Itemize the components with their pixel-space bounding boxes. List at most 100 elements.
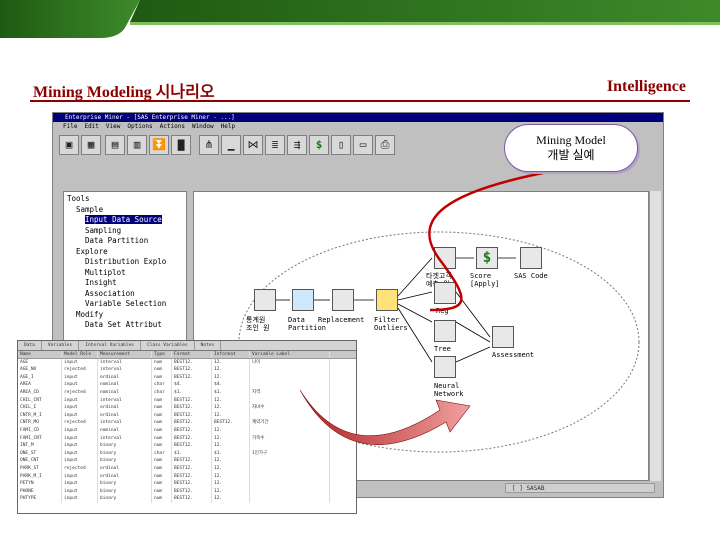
menu-item[interactable]: Window: [192, 123, 214, 130]
column-header[interactable]: Measurement: [98, 351, 152, 358]
table-cell: 12.: [212, 434, 250, 443]
table-cell: ordinal: [98, 411, 152, 420]
column-header[interactable]: Model Role: [62, 351, 98, 358]
table-row[interactable]: PHONE input binary num BEST12. 12.: [18, 487, 356, 496]
column-header[interactable]: Name: [18, 351, 62, 358]
variables-tab[interactable]: Interval Variables: [79, 341, 142, 350]
score-icon[interactable]: $: [309, 135, 329, 155]
neural-network-node[interactable]: [434, 356, 456, 378]
table-cell: num: [152, 464, 172, 473]
table-row[interactable]: AGE_NO rejected interval num BEST12. 12.: [18, 366, 356, 374]
document-icon[interactable]: ▯: [331, 135, 351, 155]
menu-item[interactable]: Edit: [84, 123, 98, 130]
table-cell: ordinal: [98, 472, 152, 481]
tree-item[interactable]: Data Set Attribut: [67, 320, 183, 331]
flow-icon[interactable]: ⇶: [287, 135, 307, 155]
tree-item[interactable]: Sample: [67, 205, 183, 216]
table-cell: 12.: [212, 404, 250, 412]
table-cell: rejected: [62, 464, 98, 473]
funnel-icon[interactable]: ⏬: [149, 135, 169, 155]
variables-tab[interactable]: Data: [18, 341, 42, 350]
tree-item[interactable]: Data Partition: [67, 236, 183, 247]
assessment-node[interactable]: [492, 326, 514, 348]
tree-item-label: Variable Selection: [85, 299, 167, 308]
table-row[interactable]: PARK_ST rejected ordinal num BEST12. 12.: [18, 464, 356, 473]
table-cell: num: [152, 373, 172, 382]
table-cell: BEST12.: [172, 426, 212, 435]
table-cell: [250, 487, 330, 496]
partition-node[interactable]: [292, 289, 314, 311]
table-cell: ONE_ST: [18, 449, 62, 458]
table-cell: num: [152, 404, 172, 412]
tree-item[interactable]: Insight: [67, 278, 183, 289]
callout-line1: Mining Model: [536, 133, 606, 147]
tree-item-label: Insight: [85, 278, 117, 287]
column-header[interactable]: Variable Label: [250, 351, 330, 358]
table-cell: num: [152, 366, 172, 374]
menu-item[interactable]: Actions: [160, 123, 185, 130]
tree-icon[interactable]: ⋔: [199, 135, 219, 155]
variables-tab[interactable]: Class Variables: [141, 341, 195, 350]
node-label-source: 통계원 조인 원: [246, 316, 270, 332]
menu-item[interactable]: File: [63, 123, 77, 130]
table-cell: CNTR_M_I: [18, 411, 62, 420]
replacement-node[interactable]: [332, 289, 354, 311]
table-cell: INT_M: [18, 442, 62, 450]
bar-chart-icon[interactable]: ▁: [221, 135, 241, 155]
tree-item-label: Sampling: [85, 225, 122, 235]
list-icon[interactable]: ≣: [265, 135, 285, 155]
open-icon[interactable]: ▣: [59, 135, 79, 155]
print-icon[interactable]: ⎙: [375, 135, 395, 155]
table-row[interactable]: AGE input interval num BEST12. 12. 나이: [18, 358, 356, 367]
chart-icon[interactable]: ▇: [171, 135, 191, 155]
table-icon[interactable]: ▤: [105, 135, 125, 155]
table-row[interactable]: PARK_M_I input ordinal num BEST12. 12.: [18, 472, 356, 481]
tree-item[interactable]: Sampling: [67, 226, 183, 237]
tree-node[interactable]: [434, 320, 456, 342]
table-cell: BEST12.: [172, 419, 212, 427]
table-row[interactable]: PHTYPE input binary num BEST12. 12.: [18, 495, 356, 503]
tree-item[interactable]: Multiplot: [67, 268, 183, 279]
tree-item[interactable]: Distribution Explo: [67, 257, 183, 268]
network-icon[interactable]: ⋈: [243, 135, 263, 155]
table-cell: input: [62, 396, 98, 405]
table-cell: BEST12.: [172, 495, 212, 503]
table-cell: $4.: [212, 381, 250, 389]
table-cell: binary: [98, 457, 152, 465]
variables-tab[interactable]: Variables: [42, 341, 80, 350]
tree-item[interactable]: Tools: [67, 194, 183, 205]
table-cell: ordinal: [98, 373, 152, 382]
tree-item[interactable]: Input Data Source: [67, 215, 183, 226]
table-cell: char: [152, 381, 172, 389]
menu-item[interactable]: Help: [221, 123, 235, 130]
table-cell: $1.: [212, 388, 250, 397]
table-cell: BEST12.: [172, 464, 212, 473]
column-header[interactable]: Format: [172, 351, 212, 358]
filter-node[interactable]: [376, 289, 398, 311]
tree-item[interactable]: Association: [67, 289, 183, 300]
variables-tab[interactable]: Notes: [195, 341, 222, 350]
table-cell: BEST12.: [172, 442, 212, 450]
vertical-scrollbar[interactable]: [649, 191, 661, 481]
column-header[interactable]: Type: [152, 351, 172, 358]
input-data-node[interactable]: [254, 289, 276, 311]
menu-item[interactable]: View: [106, 123, 120, 130]
table-cell: num: [152, 442, 172, 450]
tree-item[interactable]: Explore: [67, 247, 183, 258]
table-cell: FAMI_CNT: [18, 434, 62, 443]
bars-icon[interactable]: ▥: [127, 135, 147, 155]
column-header[interactable]: Informat: [212, 351, 250, 358]
tree-item[interactable]: Variable Selection: [67, 299, 183, 310]
report-icon[interactable]: ▭: [353, 135, 373, 155]
table-cell: num: [152, 358, 172, 367]
table-cell: rejected: [62, 419, 98, 427]
table-cell: input: [62, 442, 98, 450]
table-cell: num: [152, 487, 172, 496]
tree-item[interactable]: Modify: [67, 310, 183, 321]
callout-bubble: Mining Model 개발 실예: [504, 124, 638, 172]
variables-header: Name Model Role Measurement Type Format Infor…: [18, 351, 356, 359]
table-row[interactable]: PETYN input binary num BEST12. 12.: [18, 480, 356, 488]
menu-item[interactable]: Options: [127, 123, 152, 130]
table-cell: num: [152, 411, 172, 420]
grid-icon[interactable]: ▦: [81, 135, 101, 155]
